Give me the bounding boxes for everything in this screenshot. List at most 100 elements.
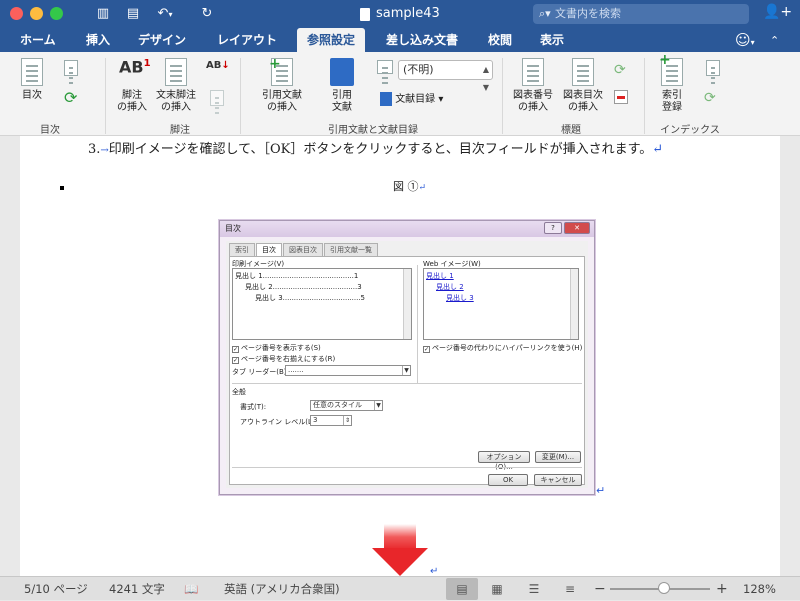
tab-leader-label: タブ リーダー(B): bbox=[232, 368, 289, 376]
web-line-3: 見出し 3 bbox=[446, 294, 474, 302]
bibliography-text: 文献目録 bbox=[395, 94, 436, 105]
down-arrow-graphic[interactable] bbox=[372, 524, 428, 576]
zoom-level[interactable]: 128% bbox=[743, 577, 776, 601]
search-placeholder: 文書内を検索 bbox=[555, 7, 621, 20]
tab-home[interactable]: ホーム bbox=[10, 28, 66, 52]
draft-view-icon[interactable]: ≡ bbox=[554, 578, 586, 600]
citation-style-value: (不明) bbox=[403, 63, 434, 76]
dropdown-arrow-icon: ▼ bbox=[374, 401, 382, 410]
tab-review[interactable]: 校閲 bbox=[478, 28, 522, 52]
zoom-window-button[interactable] bbox=[50, 7, 63, 20]
share-icon[interactable]: 👤+ bbox=[763, 4, 792, 20]
toc-icon bbox=[19, 58, 45, 88]
caption-icon bbox=[520, 58, 546, 88]
tab-leader-value: ....... bbox=[288, 366, 304, 374]
tab-mark-icon: → bbox=[100, 145, 109, 156]
dialog-tab-toc: 目次 bbox=[256, 243, 282, 256]
bibliography-icon bbox=[380, 92, 392, 106]
print-line-2: 見出し 2...................................… bbox=[245, 283, 362, 291]
group-separator bbox=[644, 58, 645, 134]
update-index-icon[interactable]: ⟳ bbox=[704, 90, 722, 108]
document-area: 3.→印刷イメージを確認して、［OK］ボタンをクリックすると、目次フィールドが挿… bbox=[0, 136, 800, 577]
zoom-in-icon[interactable]: + bbox=[716, 577, 728, 601]
add-text-icon[interactable] bbox=[62, 60, 80, 78]
mark-entry-button[interactable]: + 索引 登録 bbox=[650, 53, 694, 114]
group-label-caption: 標題 bbox=[561, 125, 581, 136]
update-table-of-figures-icon[interactable]: ⟳ bbox=[614, 62, 632, 80]
feedback-smiley-icon[interactable]: ☺▾ bbox=[735, 31, 755, 49]
undo-icon[interactable]: ↶▾ bbox=[154, 5, 176, 23]
insert-endnote-button[interactable]: 文末脚注 の挿入 bbox=[154, 58, 198, 114]
toc-button[interactable]: 目次 bbox=[10, 58, 54, 102]
tab-design[interactable]: デザイン bbox=[128, 28, 196, 52]
search-input[interactable]: ⌕▾ 文書内を検索 bbox=[533, 4, 749, 24]
divider bbox=[417, 265, 418, 383]
zoom-out-icon[interactable]: − bbox=[594, 577, 606, 601]
web-layout-view-icon[interactable]: ▦ bbox=[481, 578, 513, 600]
save-icon[interactable]: ▤ bbox=[124, 5, 142, 23]
word-count[interactable]: 4241 文字 bbox=[109, 577, 165, 601]
dialog-ok-button: OK bbox=[488, 474, 528, 486]
dialog-tab-figures: 図表目次 bbox=[283, 243, 323, 256]
figure-caption-text: 図 ① bbox=[393, 180, 419, 193]
tab-mailings[interactable]: 差し込み文書 bbox=[376, 28, 468, 52]
insert-caption-button[interactable]: 図表番号 の挿入 bbox=[508, 58, 558, 114]
checkbox-checked-icon: ✓ bbox=[232, 357, 239, 364]
zoom-slider-handle[interactable] bbox=[658, 582, 670, 594]
document-title-text: sample43 bbox=[376, 6, 440, 21]
document-icon bbox=[360, 7, 370, 21]
sidebar-icon[interactable]: ▥ bbox=[94, 5, 112, 23]
page-count[interactable]: 5/10 ページ bbox=[24, 577, 88, 601]
close-icon: ✕ bbox=[564, 222, 590, 234]
endnote-label: 文末脚注 の挿入 bbox=[156, 90, 196, 113]
format-select: 任意のスタイル ▼ bbox=[310, 400, 383, 411]
checkbox-hyperlink-label: ページ番号の代わりにハイパーリンクを使う(H) bbox=[432, 344, 583, 352]
next-footnote-icon[interactable]: AB↓ bbox=[206, 60, 230, 78]
print-line-1: 見出し 1...................................… bbox=[235, 272, 359, 280]
tab-insert[interactable]: 挿入 bbox=[76, 28, 120, 52]
mark-entry-icon: + bbox=[659, 53, 685, 88]
step-text: 印刷イメージを確認して、［OK］ボタンをクリックすると、目次フィールドが挿入され… bbox=[108, 142, 653, 157]
tab-references[interactable]: 参照設定 bbox=[297, 28, 366, 52]
format-value: 任意のスタイル bbox=[313, 401, 362, 409]
checkbox-right-align-label: ページ番号を右揃えにする(R) bbox=[241, 355, 336, 363]
cross-reference-icon[interactable] bbox=[614, 90, 632, 108]
proofing-icon[interactable]: 📖 bbox=[184, 577, 198, 601]
paragraph-mark-icon: ↵ bbox=[596, 484, 606, 497]
show-notes-icon[interactable] bbox=[208, 90, 226, 108]
update-table-icon[interactable]: ⟳ bbox=[64, 88, 82, 107]
document-page[interactable]: 3.→印刷イメージを確認して、［OK］ボタンをクリックすると、目次フィールドが挿… bbox=[20, 136, 780, 577]
insert-table-of-figures-button[interactable]: 図表目次 の挿入 bbox=[558, 58, 608, 114]
checkbox-show-page-label: ページ番号を表示する(S) bbox=[241, 344, 321, 352]
citation-style-select[interactable]: (不明) ▲ ▼ bbox=[398, 60, 493, 92]
redo-icon[interactable]: ↻ bbox=[198, 5, 216, 23]
dialog-tabs: 索引 目次 図表目次 引用文献一覧 bbox=[229, 243, 379, 256]
insert-footnote-button[interactable]: AB1 脚注 の挿入 bbox=[112, 58, 152, 114]
tab-leader-select: ....... ▼ bbox=[285, 365, 411, 376]
bibliography-sources-button[interactable]: 引用 文献 bbox=[322, 58, 362, 114]
toc-dialog-image[interactable]: 目次 ? ✕ 索引 目次 図表目次 引用文献一覧 印刷イメージ(V) 見出し 1.… bbox=[219, 220, 595, 495]
close-window-button[interactable] bbox=[10, 7, 23, 20]
outline-view-icon[interactable]: ☰ bbox=[518, 578, 550, 600]
document-title: sample43 bbox=[360, 5, 440, 23]
format-label: 書式(T): bbox=[240, 403, 267, 411]
language-indicator[interactable]: 英語 (アメリカ合衆国) bbox=[224, 577, 340, 601]
dropdown-arrow-icon: ▼ bbox=[402, 366, 410, 375]
bibliography-button[interactable]: 文献目録 ▾ bbox=[380, 92, 460, 106]
dialog-options-button: オプション(O)... bbox=[478, 451, 530, 471]
tab-view[interactable]: 表示 bbox=[530, 28, 574, 52]
insert-citation-button[interactable]: + 引用文献 の挿入 bbox=[252, 57, 312, 114]
table-of-figures-icon bbox=[570, 58, 596, 88]
tab-layout[interactable]: レイアウト bbox=[207, 28, 287, 52]
dialog-title: 目次 bbox=[225, 224, 241, 233]
dialog-body: 索引 目次 図表目次 引用文献一覧 印刷イメージ(V) 見出し 1.......… bbox=[226, 241, 588, 488]
table-of-figures-label: 図表目次 の挿入 bbox=[563, 90, 603, 113]
checkbox-checked-icon: ✓ bbox=[423, 346, 430, 353]
minimize-window-button[interactable] bbox=[30, 7, 43, 20]
print-layout-view-icon[interactable]: ▤ bbox=[446, 578, 478, 600]
mark-entry-label: 索引 登録 bbox=[662, 90, 682, 113]
insert-index-icon[interactable] bbox=[704, 60, 722, 78]
collapse-ribbon-icon[interactable]: ⌃ bbox=[770, 34, 779, 47]
bibliography-label: 引用 文献 bbox=[332, 90, 352, 113]
checkbox-show-page: ✓ ページ番号を表示する(S) bbox=[232, 343, 321, 353]
